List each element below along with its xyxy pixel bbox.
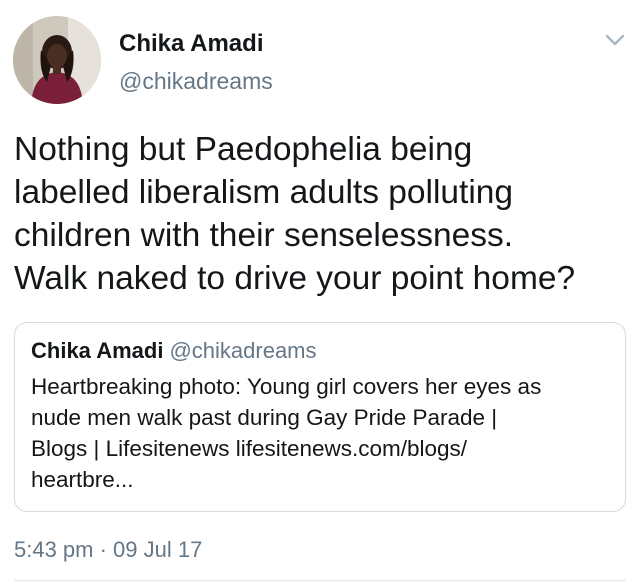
tweet-text-line: Nothing but Paedophelia being — [14, 131, 473, 168]
quoted-text-line: Heartbreaking photo: Young girl covers h… — [31, 374, 542, 399]
chevron-down-icon[interactable] — [604, 32, 626, 48]
divider — [14, 580, 626, 581]
author-handle[interactable]: @chikadreams — [119, 68, 273, 95]
tweet-timestamp[interactable]: 5:43 pm · 09 Jul 17 — [14, 537, 202, 563]
tweet-text-line: Walk naked to drive your point home? — [14, 260, 576, 297]
avatar[interactable] — [13, 16, 101, 104]
quoted-text-line: nude men walk past during Gay Pride Para… — [31, 405, 498, 430]
tweet-text-line: children with their senselessness. — [14, 217, 514, 254]
quoted-tweet-text: Heartbreaking photo: Young girl covers h… — [31, 371, 616, 495]
tweet-text-line: labelled liberalism adults polluting — [14, 174, 514, 211]
quoted-text-line: heartbre... — [31, 467, 134, 492]
tweet-card: Chika Amadi @chikadreams Nothing but Pae… — [0, 0, 634, 588]
author-display-name[interactable]: Chika Amadi — [119, 30, 263, 58]
quoted-tweet-header: Chika Amadi @chikadreams — [31, 338, 317, 364]
quoted-author-display-name: Chika Amadi — [31, 338, 164, 363]
quoted-author-handle: @chikadreams — [169, 338, 317, 363]
tweet-text: Nothing but Paedophelia being labelled l… — [14, 128, 626, 300]
quoted-tweet[interactable]: Chika Amadi @chikadreams Heartbreaking ph… — [14, 322, 626, 512]
quoted-text-line: Blogs | Lifesitenews lifesitenews.com/bl… — [31, 436, 468, 461]
profile-photo-icon — [13, 16, 101, 104]
